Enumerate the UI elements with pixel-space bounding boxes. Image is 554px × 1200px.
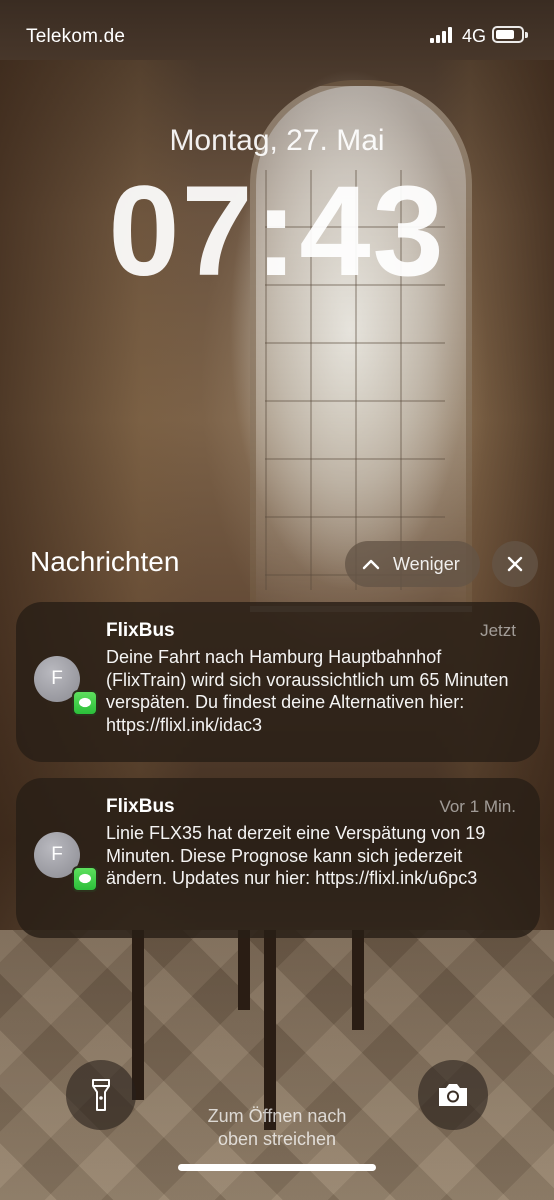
notification-sender: FlixBus [106,796,175,817]
status-bar: Telekom.de 4G [0,0,554,70]
wallpaper-table-leg [264,930,276,1130]
battery-cap [525,32,528,38]
clear-notifications-button[interactable] [492,541,538,587]
notification-card[interactable]: F FlixBus Vor 1 Min. Linie FLX35 hat der… [16,778,540,938]
avatar-initial: F [51,844,63,865]
close-icon [507,556,523,572]
notification-timestamp: Vor 1 Min. [439,797,516,816]
avatar-initial: F [51,668,63,689]
lock-screen-time: 07:43 [108,160,446,303]
network-type: 4G [462,26,487,46]
notification-body: Linie FLX35 hat derzeit eine Verspätung … [106,823,486,888]
messages-icon [72,690,98,716]
notification-timestamp: Jetzt [480,621,516,640]
show-less-button[interactable]: Weniger [345,541,480,587]
battery-level-fill [496,30,514,39]
notification-card[interactable]: F FlixBus Jetzt Deine Fahrt nach Hamburg… [16,602,540,762]
chevron-up-icon [362,559,380,570]
wallpaper-table-leg [238,930,250,1010]
notification-sender: FlixBus [106,620,175,641]
swipe-up-hint: Zum Öffnen nach oben streichen [207,1106,347,1149]
home-indicator[interactable] [178,1164,376,1171]
messages-icon [72,866,98,892]
battery-icon [492,26,528,43]
notification-group-title: Nachrichten [30,546,180,577]
wallpaper-table-leg [352,930,364,1030]
carrier-name: Telekom.de [26,26,126,47]
wallpaper-table-leg [132,930,144,1100]
notification-body: Deine Fahrt nach Hamburg Hauptbahnhof (F… [106,647,509,735]
show-less-label: Weniger [393,553,460,574]
lock-screen-date: Montag, 27. Mai [169,124,385,157]
cellular-signal-icon [430,27,456,43]
